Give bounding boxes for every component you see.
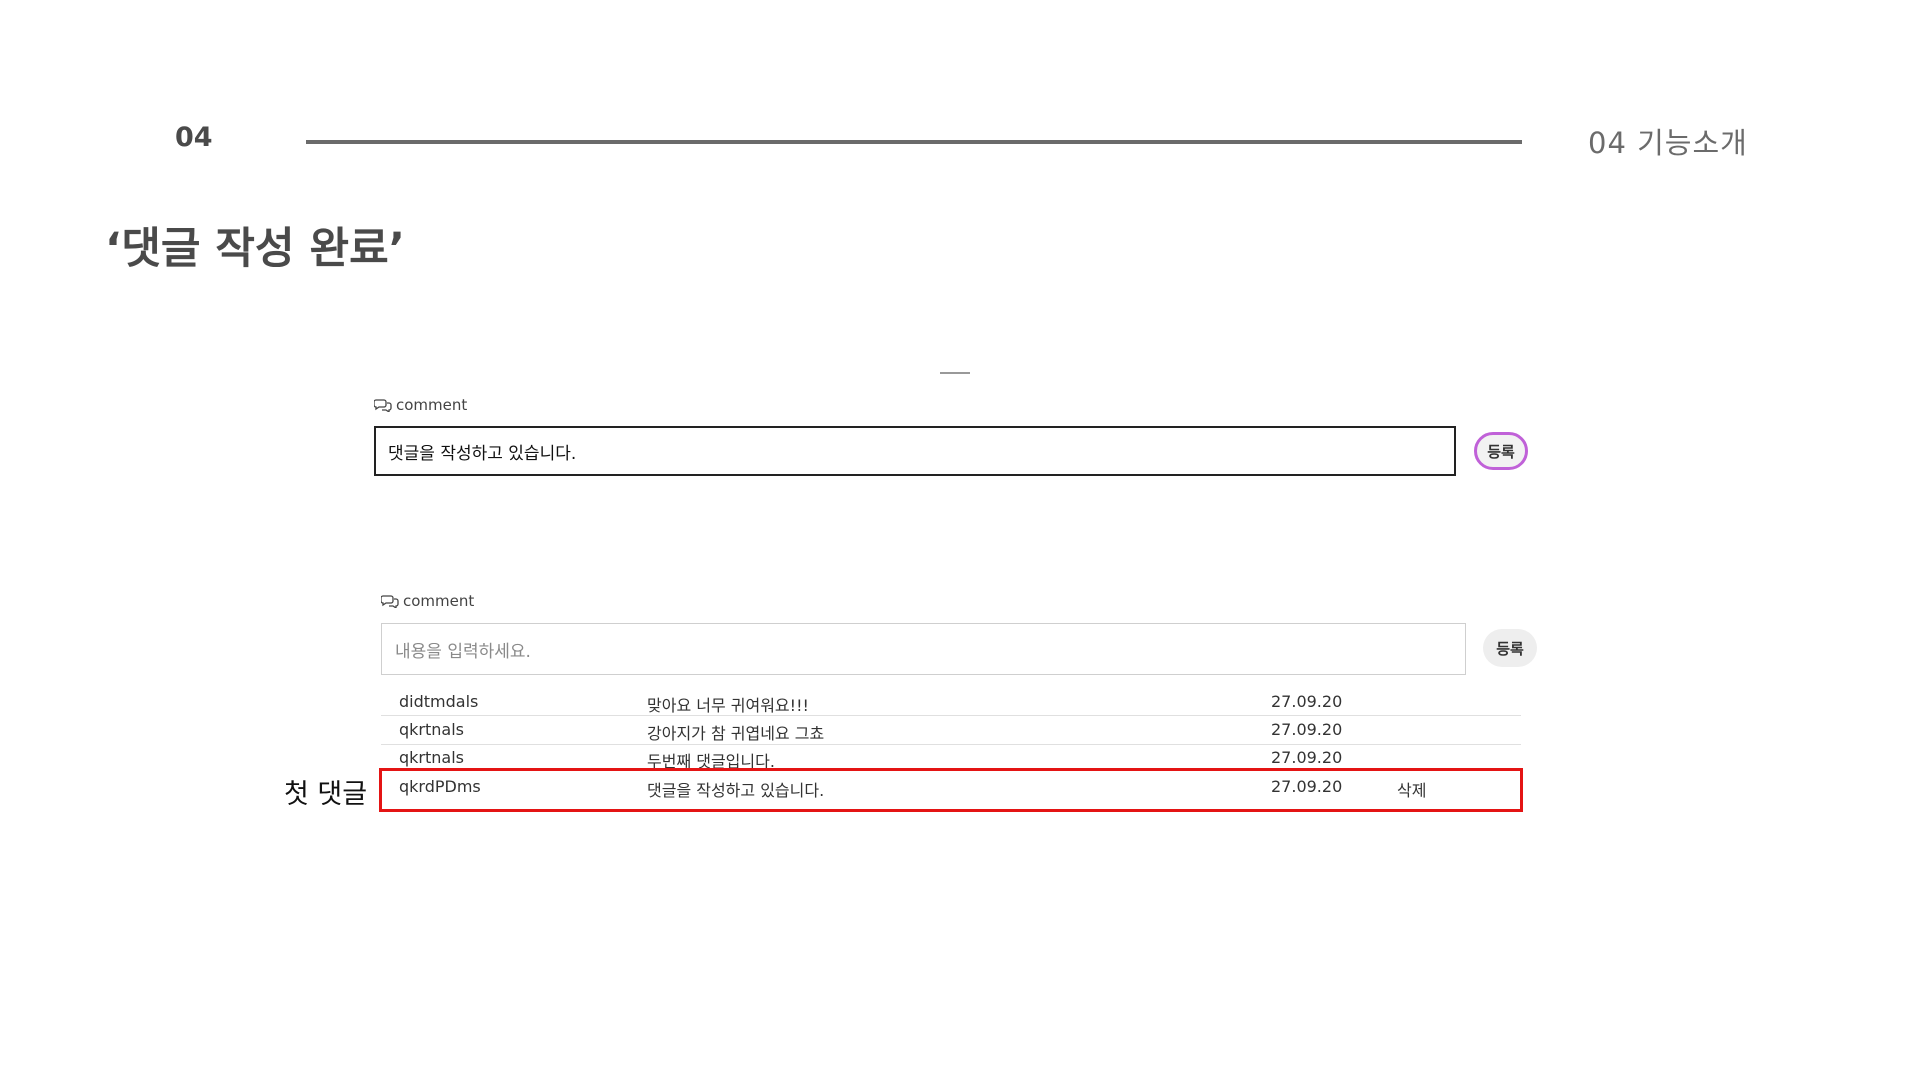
comment-date: 27.09.20 (1271, 720, 1343, 739)
submit-button-focused[interactable]: 등록 (1474, 432, 1528, 470)
annotation-label: 첫 댓글 (284, 779, 368, 810)
comment-date: 27.09.20 (1271, 748, 1343, 767)
header-divider (306, 140, 1522, 144)
comment-text: 맞아요 너무 귀여워요!!! (647, 696, 809, 715)
comment-input-filled[interactable]: 댓글을 작성하고 있습니다. (374, 426, 1456, 476)
comment-label-text: comment (396, 396, 468, 414)
highlight-box (379, 768, 1523, 812)
comment-row: qkrtnals 강아지가 참 귀엽네요 그쵸 27.09.20 (381, 716, 1521, 744)
comment-input[interactable]: 내용을 입력하세요. (381, 623, 1466, 675)
comment-user: qkrtnals (399, 748, 464, 767)
comment-date: 27.09.20 (1271, 692, 1343, 711)
slide-number: 04 (175, 122, 213, 153)
comment-user: didtmdals (399, 692, 479, 711)
comment-label: comment (381, 592, 474, 610)
comment-label-text: comment (403, 592, 475, 610)
divider-fragment (940, 372, 970, 374)
comment-row: didtmdals 맞아요 너무 귀여워요!!! 27.09.20 (381, 688, 1521, 716)
slide-title: ‘댓글 작성 완료’ (105, 224, 405, 274)
comment-user: qkrtnals (399, 720, 464, 739)
comment-label: comment (374, 396, 467, 414)
comment-text: 강아지가 참 귀엽네요 그쵸 (647, 724, 825, 743)
chat-bubbles-icon (381, 595, 399, 608)
chat-bubbles-icon (374, 399, 392, 412)
section-label: 04 기능소개 (1588, 126, 1748, 160)
submit-button[interactable]: 등록 (1483, 629, 1537, 667)
